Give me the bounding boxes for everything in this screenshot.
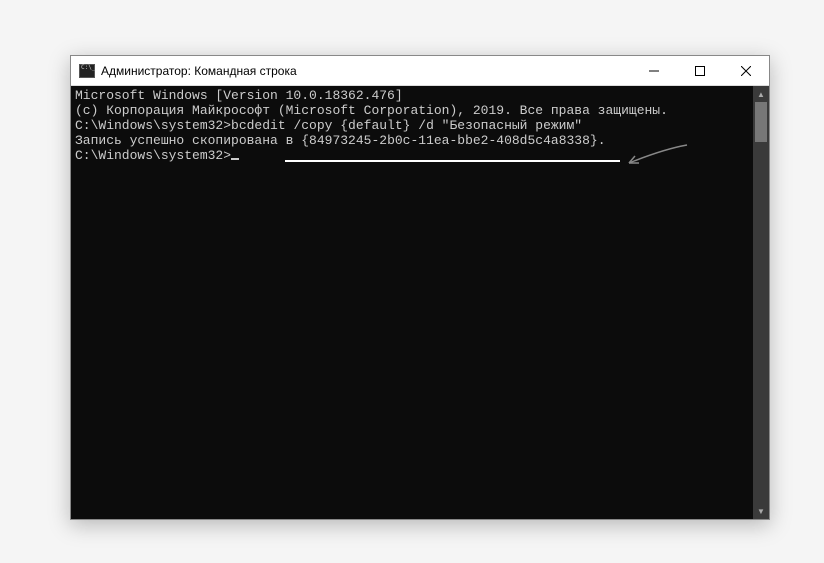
vertical-scrollbar[interactable]: ▲ ▼ (753, 86, 769, 519)
result-suffix: . (598, 133, 606, 148)
output-line: Microsoft Windows [Version 10.0.18362.47… (75, 88, 749, 103)
minimize-button[interactable] (631, 56, 677, 85)
console-output[interactable]: Microsoft Windows [Version 10.0.18362.47… (71, 86, 753, 519)
window-controls (631, 56, 769, 85)
scroll-down-arrow-icon[interactable]: ▼ (753, 503, 769, 519)
result-guid: {84973245-2b0c-11ea-bbe2-408d5c4a8338} (301, 133, 597, 148)
output-line: Запись успешно скопирована в {84973245-2… (75, 133, 749, 148)
highlight-underline (285, 160, 620, 162)
console-area: Microsoft Windows [Version 10.0.18362.47… (71, 86, 769, 519)
result-text: Запись успешно скопирована в (75, 133, 301, 148)
titlebar[interactable]: Администратор: Командная строка (71, 56, 769, 86)
output-line: (c) Корпорация Майкрософт (Microsoft Cor… (75, 103, 749, 118)
prompt-path: C:\Windows\system32> (75, 118, 231, 133)
output-line: C:\Windows\system32>bcdedit /copy {defau… (75, 118, 749, 133)
scroll-up-arrow-icon[interactable]: ▲ (753, 86, 769, 102)
window-title: Администратор: Командная строка (101, 64, 631, 78)
text-cursor (231, 158, 239, 160)
scrollbar-thumb[interactable] (755, 102, 767, 142)
close-button[interactable] (723, 56, 769, 85)
prompt-command: bcdedit /copy {default} /d "Безопасный р… (231, 118, 582, 133)
prompt-path: C:\Windows\system32> (75, 148, 231, 163)
command-prompt-window: Администратор: Командная строка Microsof… (70, 55, 770, 520)
maximize-button[interactable] (677, 56, 723, 85)
cmd-icon (79, 64, 95, 78)
